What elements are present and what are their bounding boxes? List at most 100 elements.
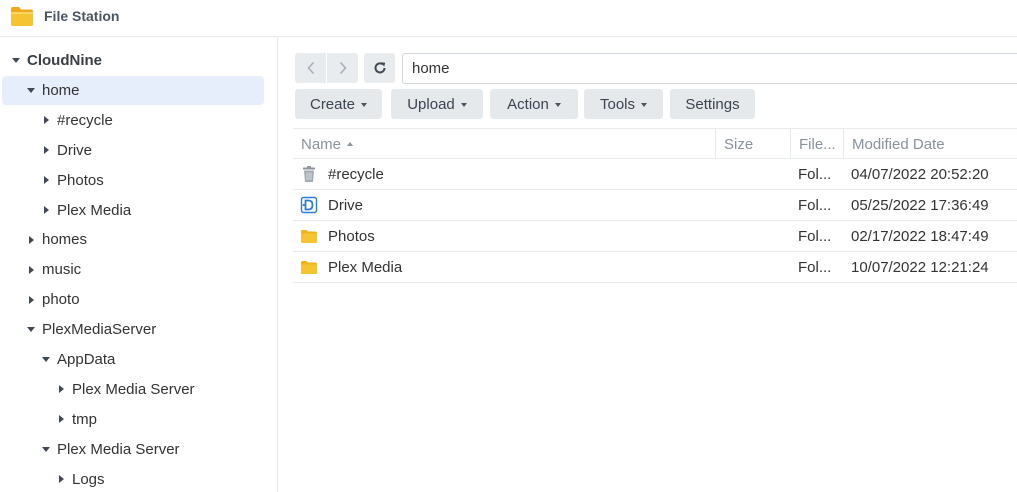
- sidebar-item-label: AppData: [57, 351, 116, 368]
- tools-button[interactable]: Tools: [584, 89, 663, 119]
- sidebar-item-plex-media-server[interactable]: Plex Media Server: [54, 375, 270, 404]
- caret-down-icon[interactable]: [9, 54, 23, 68]
- expanded-arrow: [27, 327, 35, 333]
- sidebar-item-label: Plex Media Server: [72, 380, 195, 398]
- file-size: [724, 190, 790, 220]
- file-name: Drive: [328, 196, 364, 214]
- forward-button[interactable]: [327, 53, 358, 83]
- sidebar-item-label: Photos: [57, 171, 104, 189]
- file-size: [724, 252, 790, 282]
- modified-date: 04/07/2022 20:52:20: [851, 165, 989, 183]
- folder-icon: [301, 261, 317, 274]
- file-size: [724, 221, 790, 251]
- caret-down-icon: [361, 102, 368, 107]
- folder-icon: [301, 230, 317, 243]
- column-header-file-type[interactable]: File...: [791, 129, 843, 159]
- table-row[interactable]: Plex Media Fol... 10/07/2022 12:21:24: [293, 252, 1017, 283]
- column-header-modified-date[interactable]: Modified Date: [844, 129, 1017, 159]
- caret-right-icon[interactable]: [54, 412, 68, 426]
- sidebar-item-drive[interactable]: Drive: [39, 136, 270, 165]
- caret-right-icon[interactable]: [39, 113, 53, 127]
- caret-down-icon: [554, 102, 561, 107]
- app-title: File Station: [44, 8, 120, 24]
- sidebar-item-label: Drive: [57, 141, 93, 159]
- file-name: #recycle: [328, 165, 384, 183]
- column-header-name[interactable]: Name: [293, 129, 715, 159]
- sidebar-item-photos[interactable]: Photos: [39, 166, 270, 195]
- table-row[interactable]: #recycle Fol... 04/07/2022 20:52:20: [293, 159, 1017, 190]
- sidebar-item-appdata[interactable]: AppData: [39, 345, 270, 374]
- table-body: #recycle Fol... 04/07/2022 20:52:20 Drive Fo…: [293, 159, 1017, 283]
- sidebar-item-label: tmp: [72, 410, 98, 428]
- caret-down-icon[interactable]: [39, 353, 53, 367]
- folder-tree: CloudNine home #recycle Drive Photos Plex Med…: [0, 37, 278, 492]
- caret-right-icon[interactable]: [54, 382, 68, 396]
- toolbar-button-label: Create: [309, 95, 356, 113]
- sidebar-item-home[interactable]: home: [2, 75, 264, 105]
- caret-right-icon[interactable]: [54, 472, 68, 486]
- sidebar-item-plex-media-server[interactable]: Plex Media Server: [39, 435, 270, 464]
- modified-date: 02/17/2022 18:47:49: [851, 227, 989, 245]
- sidebar-item-label: Plex Media: [57, 201, 132, 219]
- expanded-arrow: [42, 357, 50, 362]
- sidebar-item-homes[interactable]: homes: [24, 225, 270, 254]
- sidebar-item-label: music: [42, 261, 82, 279]
- caret-right-icon[interactable]: [39, 203, 53, 217]
- sidebar-item-plexmediaserver[interactable]: PlexMediaServer: [24, 315, 270, 344]
- sidebar-item-label: homes: [42, 231, 88, 249]
- file-type: Fol...: [798, 196, 832, 214]
- column-label: File...: [799, 135, 836, 153]
- refresh-button[interactable]: [364, 53, 395, 83]
- sidebar-item-label: PlexMediaServer: [42, 321, 157, 339]
- column-label: Size: [724, 135, 754, 153]
- sort-ascending-icon: [347, 142, 354, 146]
- collapsed-arrow: [28, 295, 34, 304]
- sidebar-item-photo[interactable]: photo: [24, 285, 270, 314]
- file-table: Name Size File... Modified Date #recycle…: [293, 128, 1017, 283]
- toolbar-button-label: Action: [507, 95, 549, 113]
- sidebar-item-recycle[interactable]: #recycle: [39, 106, 270, 135]
- collapsed-arrow: [58, 385, 64, 394]
- caret-right-icon[interactable]: [24, 263, 38, 277]
- sidebar-item-tmp[interactable]: tmp: [54, 405, 270, 434]
- sidebar-item-cloudnine[interactable]: CloudNine: [9, 46, 270, 75]
- caret-down-icon[interactable]: [24, 323, 38, 337]
- column-header-size[interactable]: Size: [716, 129, 790, 159]
- caret-down-icon: [460, 102, 467, 107]
- upload-button[interactable]: Upload: [391, 89, 483, 119]
- main-panel: home Create Upload Action Tools Settings Nam…: [278, 37, 1017, 492]
- path-field[interactable]: home: [402, 53, 1017, 84]
- collapsed-arrow: [43, 206, 49, 214]
- sidebar-item-plex-media[interactable]: Plex Media: [39, 196, 270, 225]
- table-header: Name Size File... Modified Date: [293, 128, 1017, 159]
- caret-down-icon[interactable]: [24, 83, 38, 97]
- drive-folder-icon: [300, 196, 318, 214]
- table-row[interactable]: Drive Fol... 05/25/2022 17:36:49: [293, 190, 1017, 221]
- file-name: Photos: [328, 227, 375, 245]
- caret-right-icon[interactable]: [24, 293, 38, 307]
- expanded-arrow: [27, 87, 35, 93]
- collapsed-arrow: [43, 176, 49, 185]
- refresh-icon: [374, 62, 385, 74]
- sidebar-item-music[interactable]: music: [24, 255, 270, 284]
- modified-date: 05/25/2022 17:36:49: [851, 196, 989, 214]
- file-type: Fol...: [798, 258, 832, 276]
- back-button[interactable]: [295, 53, 326, 83]
- file-size: [724, 159, 790, 189]
- file-type: Fol...: [798, 227, 832, 245]
- table-row[interactable]: Photos Fol... 02/17/2022 18:47:49: [293, 221, 1017, 252]
- caret-down-icon[interactable]: [39, 442, 53, 456]
- sidebar-item-logs[interactable]: Logs: [54, 465, 270, 492]
- modified-date: 10/07/2022 12:21:24: [851, 258, 989, 276]
- create-button[interactable]: Create: [295, 89, 382, 119]
- settings-button[interactable]: Settings: [670, 89, 755, 119]
- toolbar-button-label: Tools: [599, 95, 636, 113]
- caret-right-icon[interactable]: [39, 143, 53, 157]
- collapsed-arrow: [58, 475, 64, 484]
- sidebar-item-label: photo: [42, 291, 80, 309]
- caret-right-icon[interactable]: [39, 173, 53, 187]
- action-button[interactable]: Action: [490, 89, 578, 119]
- chevron-right-icon: [339, 61, 347, 75]
- file-type: Fol...: [798, 165, 832, 183]
- caret-right-icon[interactable]: [24, 233, 38, 247]
